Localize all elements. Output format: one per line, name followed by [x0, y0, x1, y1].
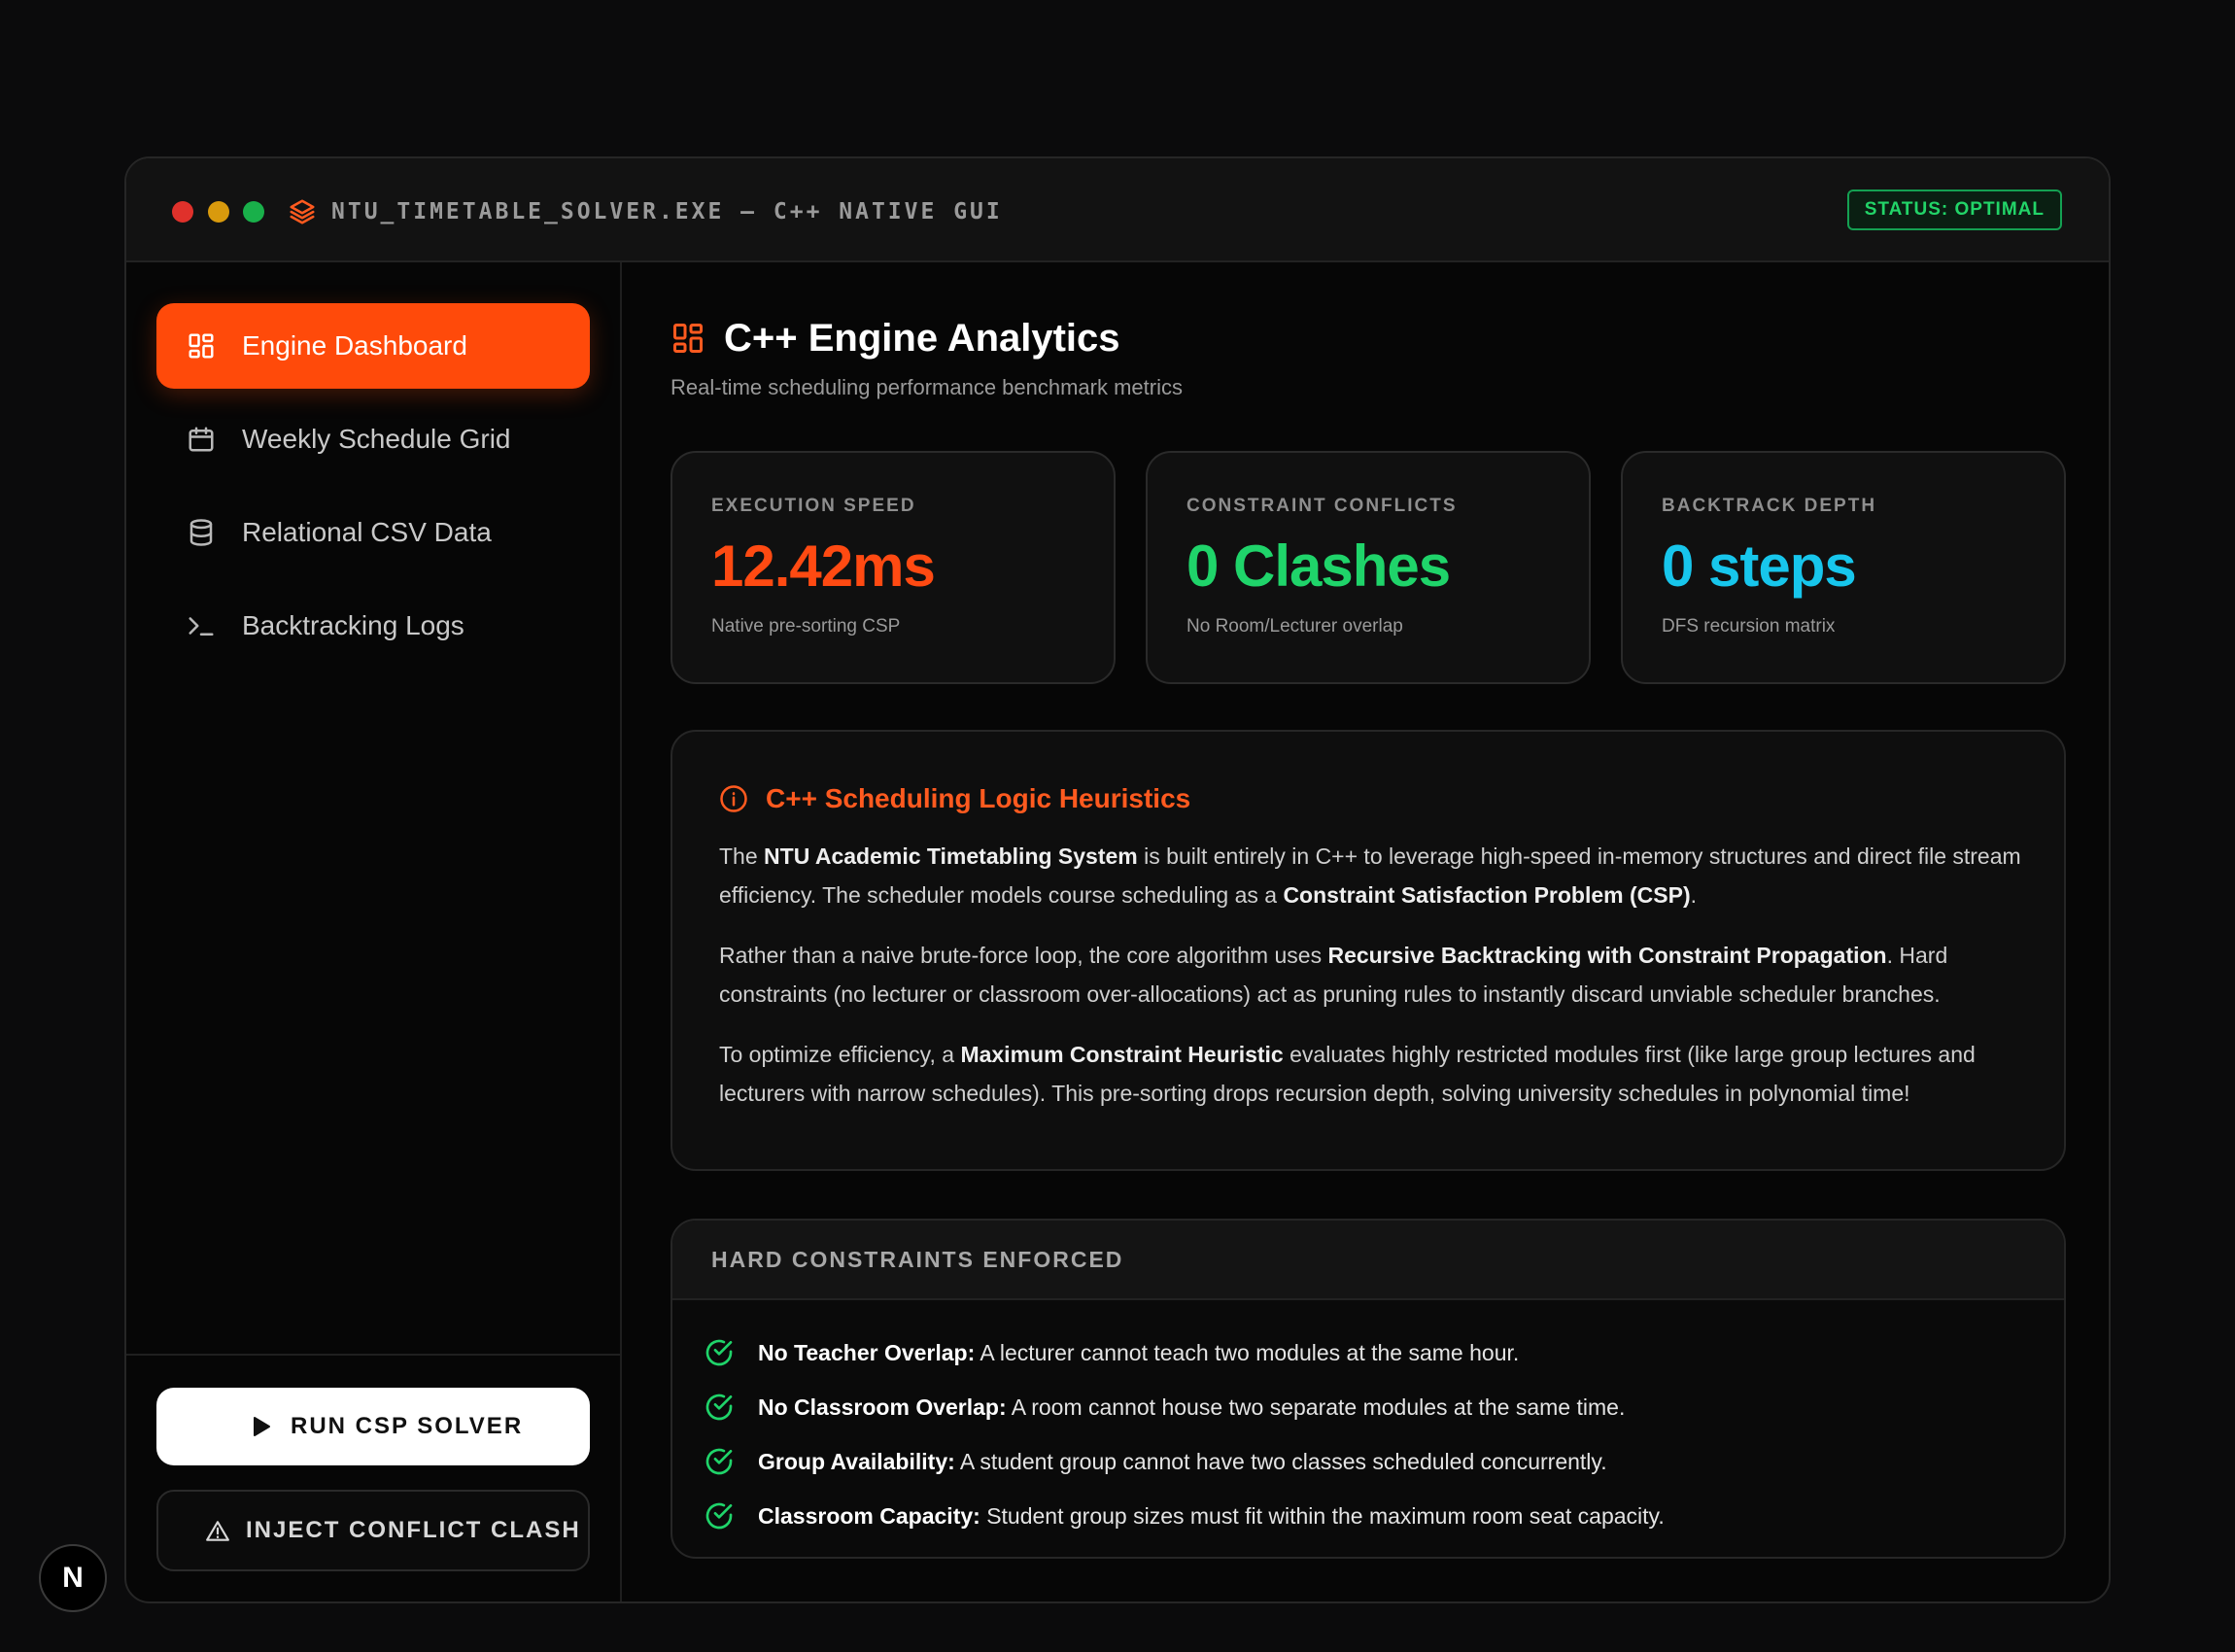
sidebar: Engine Dashboard Weekly Schedule Grid Re…	[126, 262, 622, 1601]
check-circle-icon	[705, 1448, 733, 1475]
check-circle-icon	[705, 1502, 733, 1530]
stat-card-constraint-conflicts: CONSTRAINT CONFLICTS 0 Clashes No Room/L…	[1146, 451, 1591, 684]
constraint-text: No Teacher Overlap: A lecturer cannot te…	[758, 1340, 1520, 1365]
stat-label: BACKTRACK DEPTH	[1662, 496, 1877, 516]
constraint-item: No Teacher Overlap: A lecturer cannot te…	[704, 1333, 2045, 1372]
constraint-text: No Classroom Overlap: A room cannot hous…	[758, 1394, 1626, 1420]
page-subtitle: Real-time scheduling performance benchma…	[670, 375, 1183, 399]
database-icon	[189, 519, 213, 546]
heuristics-title: C++ Scheduling Logic Heuristics	[766, 783, 1191, 813]
hard-constraints-title: HARD CONSTRAINTS ENFORCED	[711, 1247, 1124, 1272]
check-circle-icon	[705, 1394, 733, 1421]
constraint-item: No Classroom Overlap: A room cannot hous…	[704, 1388, 2045, 1427]
stat-value: 0 Clashes	[1186, 533, 1451, 599]
minimize-window-button[interactable]	[208, 201, 229, 223]
inject-conflict-clash-button[interactable]: INJECT CONFLICT CLASH	[156, 1490, 590, 1571]
stat-value: 12.42ms	[711, 533, 936, 599]
sidebar-item-label: Relational CSV Data	[242, 517, 492, 547]
stat-label: EXECUTION SPEED	[711, 496, 916, 516]
warning-icon	[206, 1521, 229, 1541]
window-title: NTU_TIMETABLE_SOLVER.EXE — C++ NATIVE GU…	[331, 199, 1003, 224]
constraint-item: Group Availability: A student group cann…	[704, 1442, 2045, 1481]
run-button-label: RUN CSP SOLVER	[291, 1413, 524, 1439]
stat-description: DFS recursion matrix	[1662, 616, 1836, 637]
play-icon	[254, 1417, 270, 1436]
sidebar-item-label: Engine Dashboard	[242, 330, 467, 361]
inject-button-label: INJECT CONFLICT CLASH	[246, 1517, 581, 1543]
info-icon	[720, 785, 747, 812]
sidebar-item-relational-csv-data[interactable]: Relational CSV Data	[156, 490, 590, 575]
maximize-window-button[interactable]	[243, 201, 264, 223]
sidebar-item-engine-dashboard[interactable]: Engine Dashboard	[156, 303, 590, 389]
dashboard-icon	[189, 333, 214, 359]
constraint-item: Classroom Capacity: Student group sizes …	[704, 1497, 2045, 1535]
heuristics-paragraph-2: Rather than a naive brute-force loop, th…	[719, 943, 1948, 1007]
dashboard-icon	[673, 324, 703, 353]
sidebar-item-label: Weekly Schedule Grid	[242, 424, 511, 454]
sidebar-item-backtracking-logs[interactable]: Backtracking Logs	[156, 583, 590, 669]
stat-description: No Room/Lecturer overlap	[1186, 616, 1403, 637]
sidebar-item-weekly-schedule-grid[interactable]: Weekly Schedule Grid	[156, 396, 590, 482]
stat-value: 0 steps	[1662, 533, 1857, 599]
stat-description: Native pre-sorting CSP	[711, 616, 901, 637]
layers-icon	[290, 199, 315, 224]
hard-constraints-header: HARD CONSTRAINTS ENFORCED	[672, 1221, 2064, 1300]
calendar-icon	[189, 427, 214, 452]
constraint-text: Classroom Capacity: Student group sizes …	[758, 1503, 1665, 1529]
run-csp-solver-button[interactable]: RUN CSP SOLVER	[156, 1388, 590, 1465]
title-bar: NTU_TIMETABLE_SOLVER.EXE — C++ NATIVE GU…	[126, 158, 2109, 262]
page-title: C++ Engine Analytics	[724, 317, 1120, 360]
app-window: NTU_TIMETABLE_SOLVER.EXE — C++ NATIVE GU…	[124, 156, 2111, 1603]
stat-card-backtrack-depth: BACKTRACK DEPTH 0 steps DFS recursion ma…	[1621, 451, 2066, 684]
dev-tools-badge[interactable]: N	[39, 1544, 107, 1612]
status-badge: STATUS: OPTIMAL	[1846, 189, 2062, 230]
terminal-icon	[189, 617, 214, 636]
heuristics-paragraph-1: The NTU Academic Timetabling System is b…	[719, 843, 2021, 908]
hard-constraints-card: HARD CONSTRAINTS ENFORCED No Teacher Ove…	[670, 1219, 2066, 1559]
main-content: C++ Engine Analytics Real-time schedulin…	[624, 262, 2109, 1601]
heuristics-card: C++ Scheduling Logic Heuristics The NTU …	[670, 730, 2066, 1171]
heuristics-paragraph-3: To optimize efficiency, a Maximum Constr…	[719, 1042, 1976, 1106]
sidebar-footer: RUN CSP SOLVER INJECT CONFLICT CLASH	[126, 1354, 620, 1601]
close-window-button[interactable]	[172, 201, 193, 223]
check-circle-icon	[705, 1339, 733, 1366]
constraint-text: Group Availability: A student group cann…	[758, 1449, 1607, 1474]
sidebar-item-label: Backtracking Logs	[242, 610, 464, 640]
stat-label: CONSTRAINT CONFLICTS	[1186, 496, 1458, 516]
stat-card-execution-speed: EXECUTION SPEED 12.42ms Native pre-sorti…	[670, 451, 1116, 684]
